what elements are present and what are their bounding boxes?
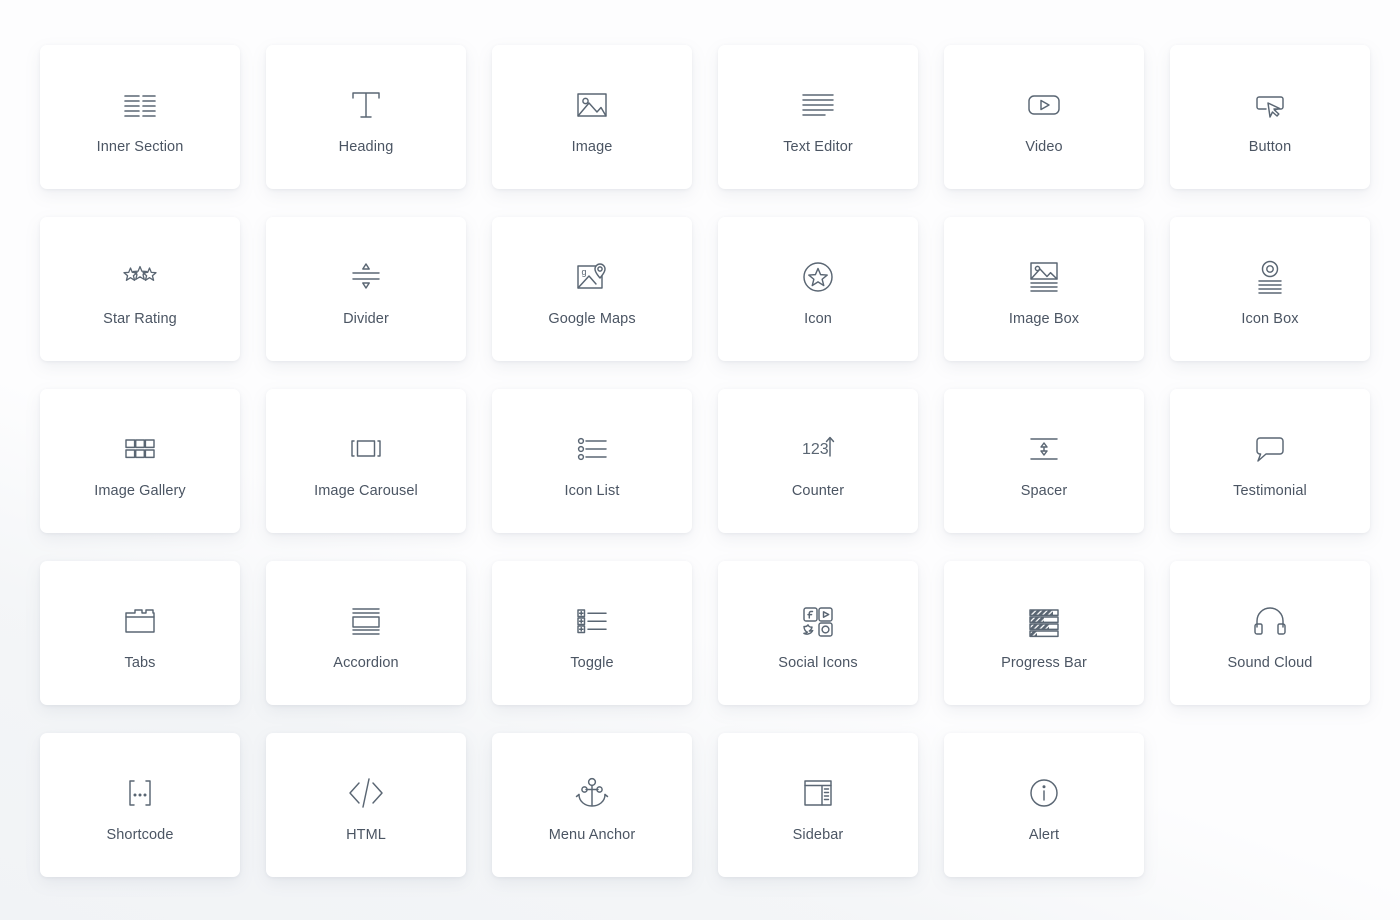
widget-label: Image Carousel	[314, 483, 418, 500]
widget-label: Menu Anchor	[548, 827, 636, 844]
shortcode-brackets-icon	[117, 765, 163, 821]
widget-label: Counter	[791, 483, 845, 500]
gallery-grid-icon	[117, 421, 163, 477]
widget-card-progress-bar[interactable]: Progress Bar	[944, 561, 1144, 705]
heading-t-icon	[343, 77, 389, 133]
widget-card-tabs[interactable]: Tabs	[40, 561, 240, 705]
widget-label: Testimonial	[1233, 483, 1307, 500]
widget-card-heading[interactable]: Heading	[266, 45, 466, 189]
widget-card-image-box[interactable]: Image Box	[944, 217, 1144, 361]
widget-label: Progress Bar	[1001, 655, 1087, 672]
three-stars-icon	[117, 249, 163, 305]
widget-card-icon-list[interactable]: Icon List	[492, 389, 692, 533]
text-lines-icon	[795, 77, 841, 133]
tabs-folder-icon	[117, 593, 163, 649]
widget-label: Alert	[1028, 827, 1060, 844]
widget-label: Divider	[343, 311, 389, 328]
widget-label: Inner Section	[96, 139, 184, 156]
widget-card-inner-section[interactable]: Inner Section	[40, 45, 240, 189]
widget-card-menu-anchor[interactable]: Menu Anchor	[492, 733, 692, 877]
widget-card-icon[interactable]: Icon	[718, 217, 918, 361]
widget-card-testimonial[interactable]: Testimonial	[1170, 389, 1370, 533]
widget-card-google-maps[interactable]: g Google Maps	[492, 217, 692, 361]
toggle-plus-list-icon	[569, 593, 615, 649]
code-slash-icon	[343, 765, 389, 821]
widget-label: Image	[571, 139, 613, 156]
icon-box-circle-icon	[1247, 249, 1293, 305]
widget-card-icon-box[interactable]: Icon Box	[1170, 217, 1370, 361]
widget-card-text-editor[interactable]: Text Editor	[718, 45, 918, 189]
widget-card-shortcode[interactable]: Shortcode	[40, 733, 240, 877]
widget-label: Spacer	[1020, 483, 1068, 500]
widget-card-star-rating[interactable]: Star Rating	[40, 217, 240, 361]
widget-card-video[interactable]: Video	[944, 45, 1144, 189]
widget-label: Toggle	[570, 655, 614, 672]
widget-card-sound-cloud[interactable]: Sound Cloud	[1170, 561, 1370, 705]
widget-label: Social Icons	[778, 655, 858, 672]
widget-card-image-gallery[interactable]: Image Gallery	[40, 389, 240, 533]
bullet-list-icon	[569, 421, 615, 477]
carousel-slides-icon	[343, 421, 389, 477]
widget-label: Shortcode	[106, 827, 174, 844]
inner-section-icon	[117, 77, 163, 133]
widget-card-toggle[interactable]: Toggle	[492, 561, 692, 705]
widget-card-image-carousel[interactable]: Image Carousel	[266, 389, 466, 533]
image-picture-icon	[569, 77, 615, 133]
widget-label: Sidebar	[792, 827, 844, 844]
social-network-icon	[795, 593, 841, 649]
widget-label: Icon	[804, 311, 832, 328]
star-circle-icon	[795, 249, 841, 305]
widget-label: Sound Cloud	[1227, 655, 1313, 672]
widget-grid: Inner Section Heading Image Text Editor	[0, 0, 1400, 877]
button-cursor-icon	[1247, 77, 1293, 133]
widget-label: Tabs	[124, 655, 156, 672]
accordion-panel-icon	[343, 593, 389, 649]
widget-label: Star Rating	[103, 311, 177, 328]
widget-label: Image Box	[1008, 311, 1080, 328]
widget-card-accordion[interactable]: Accordion	[266, 561, 466, 705]
progress-bars-icon	[1021, 593, 1067, 649]
widget-label: Accordion	[333, 655, 399, 672]
widget-label: Video	[1025, 139, 1063, 156]
anchor-icon	[569, 765, 615, 821]
image-box-icon	[1021, 249, 1067, 305]
widget-card-counter[interactable]: 123 Counter	[718, 389, 918, 533]
widget-card-alert[interactable]: Alert	[944, 733, 1144, 877]
widget-card-divider[interactable]: Divider	[266, 217, 466, 361]
widget-label: Icon List	[564, 483, 620, 500]
widget-card-image[interactable]: Image	[492, 45, 692, 189]
info-circle-icon	[1021, 765, 1067, 821]
speech-bubble-icon	[1247, 421, 1293, 477]
widget-label: Button	[1248, 139, 1292, 156]
svg-text:g: g	[582, 267, 587, 277]
headphones-icon	[1247, 593, 1293, 649]
widget-card-html[interactable]: HTML	[266, 733, 466, 877]
widget-label: Image Gallery	[94, 483, 186, 500]
divider-arrows-icon	[343, 249, 389, 305]
spacer-updown-icon	[1021, 421, 1067, 477]
widget-card-button[interactable]: Button	[1170, 45, 1370, 189]
video-play-icon	[1021, 77, 1067, 133]
counter-123-arrow-icon: 123	[795, 421, 841, 477]
widget-label: Heading	[338, 139, 394, 156]
widget-card-social-icons[interactable]: Social Icons	[718, 561, 918, 705]
widget-label: Icon Box	[1241, 311, 1299, 328]
widget-label: HTML	[346, 827, 386, 844]
sidebar-layout-icon	[795, 765, 841, 821]
svg-text:123: 123	[802, 441, 829, 458]
widget-label: Google Maps	[548, 311, 636, 328]
widget-card-sidebar[interactable]: Sidebar	[718, 733, 918, 877]
map-pin-icon: g	[569, 249, 615, 305]
widget-label: Text Editor	[783, 139, 853, 156]
widget-card-spacer[interactable]: Spacer	[944, 389, 1144, 533]
